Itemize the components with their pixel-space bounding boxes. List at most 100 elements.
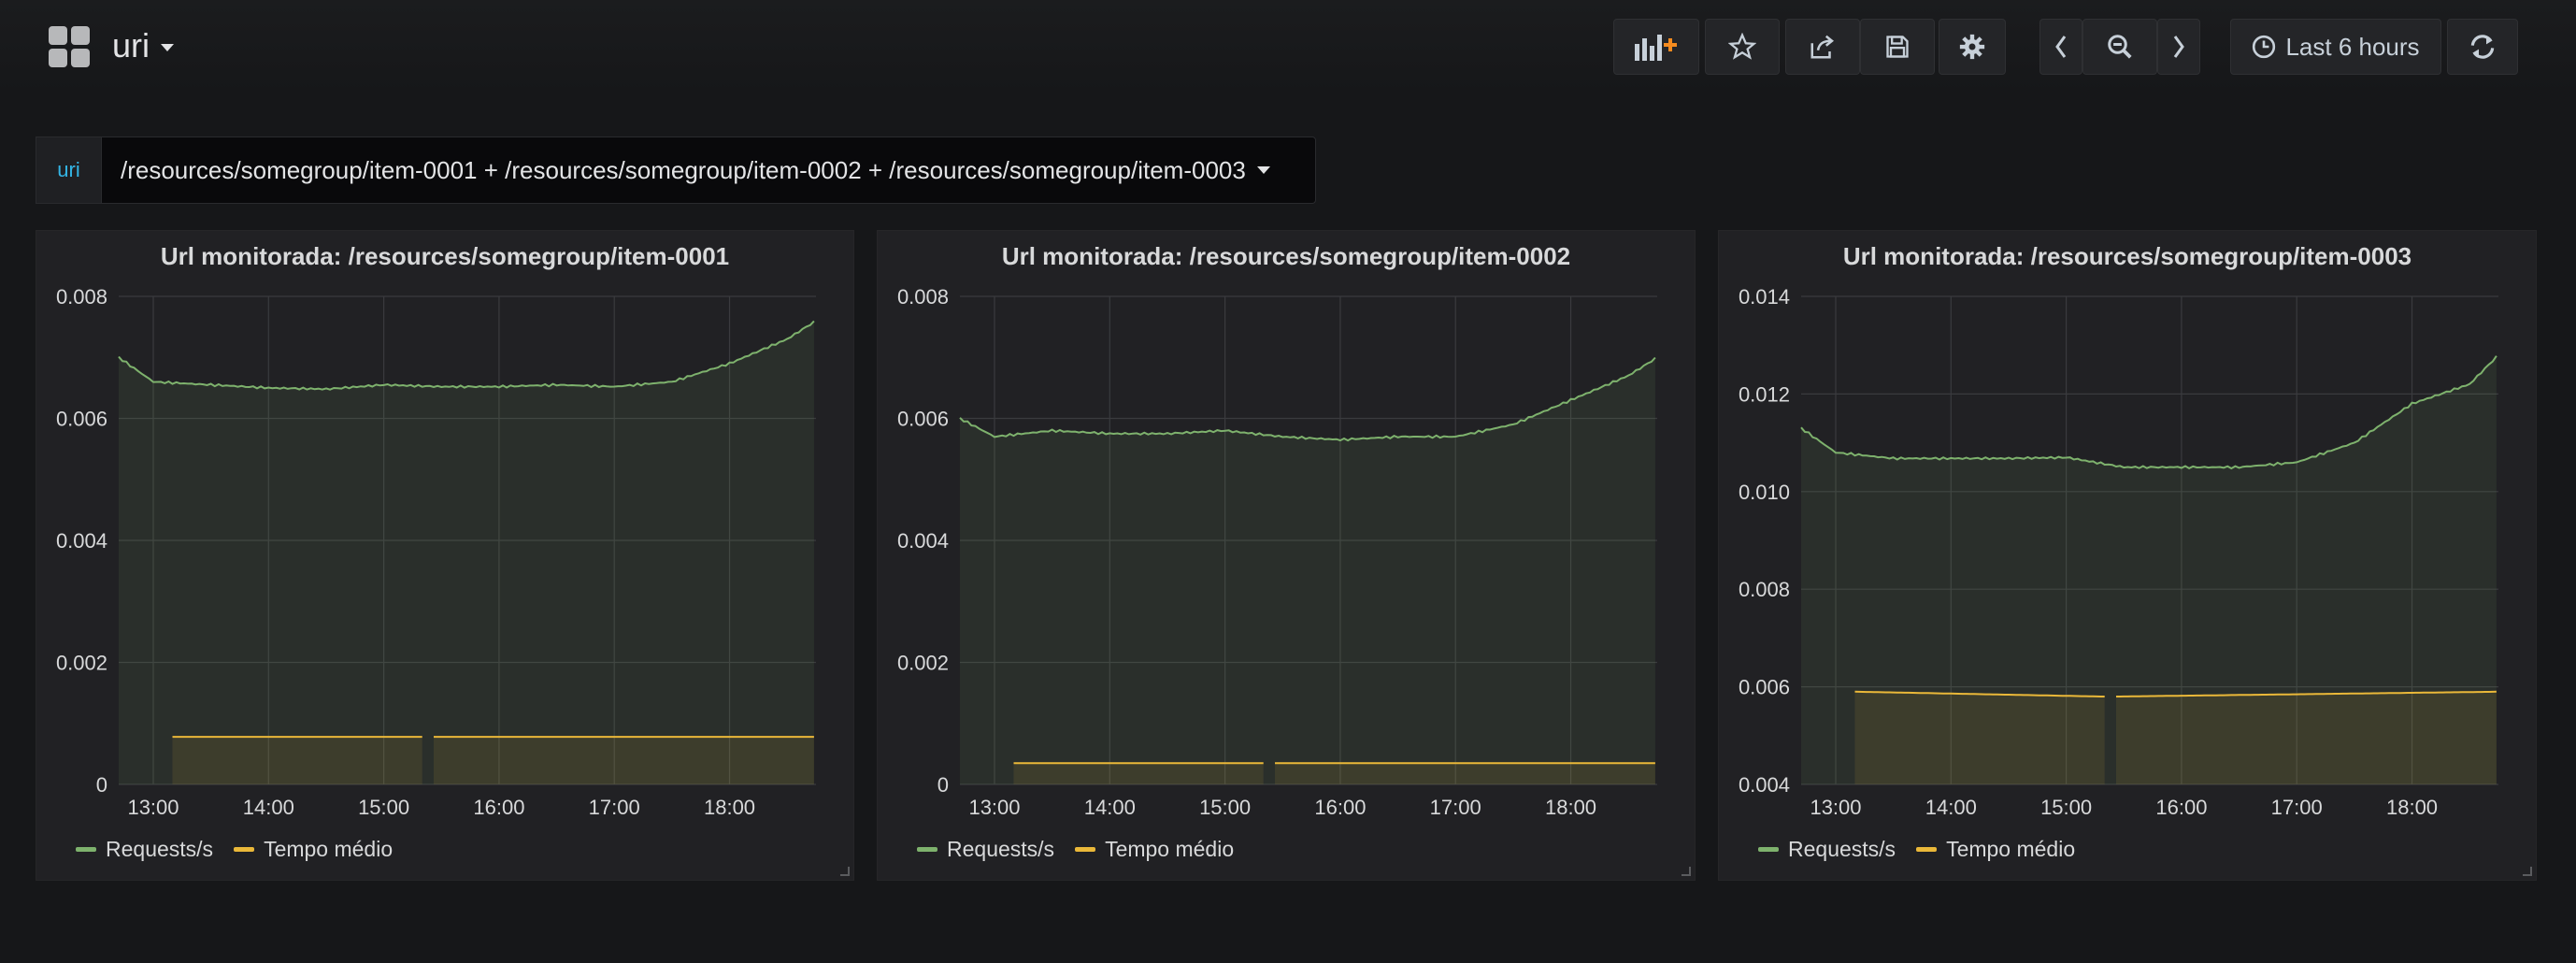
legend-swatch-tempo <box>1075 847 1096 852</box>
y-tick-label: 0.006 <box>1739 676 1790 699</box>
y-tick-label: 0 <box>96 773 107 797</box>
legend-item-requests[interactable]: Requests/s <box>1758 837 1896 862</box>
grid-logo-icon[interactable] <box>49 26 92 69</box>
y-tick-label: 0.008 <box>1739 578 1790 601</box>
x-tick-label: 16:00 <box>2155 796 2207 819</box>
panel-legend: Requests/s Tempo médio <box>76 837 393 862</box>
y-tick-label: 0.010 <box>1739 481 1790 504</box>
x-tick-label: 18:00 <box>1545 796 1596 819</box>
series-area-0-0 <box>960 357 1655 784</box>
y-tick-label: 0.008 <box>56 285 107 309</box>
x-tick-label: 18:00 <box>704 796 755 819</box>
legend-swatch-tempo <box>234 847 255 852</box>
x-tick-label: 14:00 <box>1084 796 1136 819</box>
resize-handle[interactable] <box>840 867 850 876</box>
share-icon <box>1810 35 1835 59</box>
resize-handle[interactable] <box>1682 867 1691 876</box>
legend-swatch-tempo <box>1916 847 1938 852</box>
legend-item-tempo[interactable]: Tempo médio <box>1075 837 1234 862</box>
save-icon <box>1886 36 1909 58</box>
variable-select[interactable]: /resources/somegroup/item-0001 + /resour… <box>101 137 1316 204</box>
refresh-button[interactable] <box>2447 19 2518 75</box>
panel-3-chart[interactable]: 0.004 0.006 0.008 0.010 0.012 0.014 13:00 14:00… <box>1719 231 2538 829</box>
graph-panel-1[interactable]: Url monitorada: /resources/somegroup/ite… <box>36 230 854 881</box>
legend-item-requests[interactable]: Requests/s <box>76 837 213 862</box>
chevron-down-icon <box>161 44 175 52</box>
chevron-left-icon <box>2055 36 2067 58</box>
time-range-label: Last 6 hours <box>2285 32 2420 61</box>
legend-swatch-requests <box>76 847 96 852</box>
x-tick-label: 17:00 <box>2271 796 2323 819</box>
x-tick-label: 13:00 <box>1810 796 1861 819</box>
legend-item-requests[interactable]: Requests/s <box>917 837 1054 862</box>
panel-2-chart[interactable]: 0 0.002 0.004 0.006 0.008 13:00 14:00 15:00 16:0… <box>878 231 1696 829</box>
gear-icon <box>1959 34 1985 60</box>
y-tick-label: 0.012 <box>1739 382 1790 406</box>
series-area-1-0 <box>1013 763 1264 784</box>
legend-label: Requests/s <box>1788 837 1896 861</box>
panel-1-chart[interactable]: 0 0.002 0.004 0.006 0.008 13:00 14:00 15:00 16:0… <box>36 231 855 829</box>
series-area-1-0 <box>172 737 422 784</box>
x-tick-label: 13:00 <box>127 796 179 819</box>
legend-label: Requests/s <box>106 837 214 861</box>
panel-legend: Requests/s Tempo médio <box>1758 837 2075 862</box>
panel-legend: Requests/s Tempo médio <box>917 837 1234 862</box>
legend-label: Requests/s <box>947 837 1055 861</box>
series-area-1-1 <box>2116 691 2497 784</box>
legend-swatch-requests <box>1758 847 1779 852</box>
add-panel-icon <box>1635 35 1677 61</box>
refresh-icon <box>2470 35 2495 59</box>
x-tick-label: 14:00 <box>1925 796 1977 819</box>
x-tick-label: 17:00 <box>589 796 640 819</box>
legend-label: Tempo médio <box>1946 837 2076 861</box>
save-button[interactable] <box>1860 19 1935 75</box>
y-tick-label: 0.004 <box>56 529 107 553</box>
variable-label: uri <box>36 137 101 204</box>
resize-handle[interactable] <box>2523 867 2532 876</box>
star-icon <box>1728 33 1756 60</box>
legend-item-tempo[interactable]: Tempo médio <box>234 837 393 862</box>
x-tick-label: 16:00 <box>1314 796 1366 819</box>
series-area-1-1 <box>434 737 814 784</box>
dashboard-title-text: uri <box>112 26 150 65</box>
time-forward-button[interactable] <box>2157 19 2200 75</box>
y-tick-label: 0.004 <box>897 529 949 553</box>
x-tick-label: 18:00 <box>2386 796 2438 819</box>
settings-button[interactable] <box>1939 19 2006 75</box>
legend-label: Tempo médio <box>1105 837 1235 861</box>
x-tick-label: 15:00 <box>358 796 409 819</box>
x-tick-label: 15:00 <box>2040 796 2092 819</box>
y-tick-label: 0.006 <box>56 408 107 431</box>
zoom-out-icon <box>2108 35 2132 59</box>
chevron-down-icon <box>1256 166 1270 174</box>
y-tick-label: 0.002 <box>897 652 949 675</box>
star-button[interactable] <box>1705 19 1780 75</box>
legend-item-tempo[interactable]: Tempo médio <box>1916 837 2075 862</box>
y-tick-label: 0.006 <box>897 408 949 431</box>
x-tick-label: 15:00 <box>1199 796 1251 819</box>
x-tick-label: 16:00 <box>473 796 524 819</box>
y-tick-label: 0.014 <box>1739 285 1790 309</box>
x-tick-label: 17:00 <box>1430 796 1481 819</box>
top-navbar: uri Last 6 hours <box>0 0 2576 93</box>
series-area-1-1 <box>1275 763 1655 784</box>
y-tick-label: 0.004 <box>1739 773 1790 797</box>
time-back-button[interactable] <box>2039 19 2082 75</box>
y-tick-label: 0.008 <box>897 285 949 309</box>
y-tick-label: 0 <box>937 773 949 797</box>
series-area-1-0 <box>1854 691 2105 784</box>
x-tick-label: 14:00 <box>243 796 294 819</box>
clock-icon <box>2253 35 2276 59</box>
series-area-0-0 <box>119 321 814 784</box>
graph-panel-3[interactable]: Url monitorada: /resources/somegroup/ite… <box>1718 230 2537 881</box>
graph-panel-2[interactable]: Url monitorada: /resources/somegroup/ite… <box>877 230 1696 881</box>
legend-label: Tempo médio <box>264 837 394 861</box>
legend-swatch-requests <box>917 847 937 852</box>
dashboard-title[interactable]: uri <box>112 26 175 65</box>
share-button[interactable] <box>1785 19 1860 75</box>
x-tick-label: 13:00 <box>968 796 1020 819</box>
time-picker-button[interactable]: Last 6 hours <box>2230 19 2441 75</box>
variable-value: /resources/somegroup/item-0001 + /resour… <box>121 155 1246 184</box>
add-panel-button[interactable] <box>1613 19 1699 75</box>
zoom-out-button[interactable] <box>2082 19 2157 75</box>
